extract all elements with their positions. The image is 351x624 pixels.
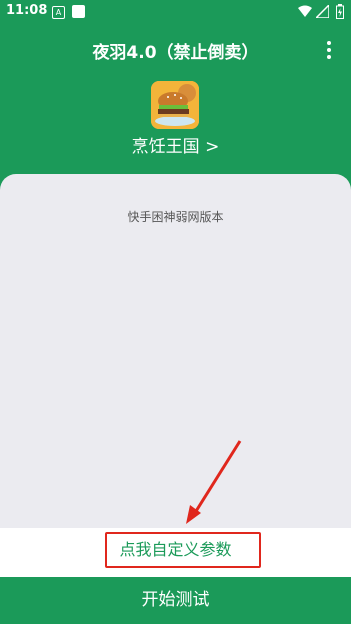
battery-icon [336,4,344,19]
burger-icon [151,81,199,129]
signal-icon [316,5,329,18]
game-icon[interactable] [151,81,199,129]
more-options-icon[interactable] [326,41,332,61]
app-title: 夜羽4.0（禁止倒卖） [92,43,259,63]
start-test-button[interactable]: 开始测试 [0,577,351,624]
status-time: 11:08 [6,3,48,18]
notification-square-icon [72,5,85,18]
notification-a-icon: A [52,6,65,19]
custom-params-row: 点我自定义参数 [0,528,351,577]
custom-params-button[interactable]: 点我自定义参数 [0,536,351,560]
status-bar: 11:08 A [0,0,351,24]
version-text: 快手困神弱网版本 [127,210,224,224]
wifi-icon [298,5,312,17]
app-bar: 夜羽4.0（禁止倒卖） [0,24,351,76]
content-card: 快手困神弱网版本 [0,174,351,528]
game-name-link[interactable]: 烹饪王国 > [0,132,351,157]
